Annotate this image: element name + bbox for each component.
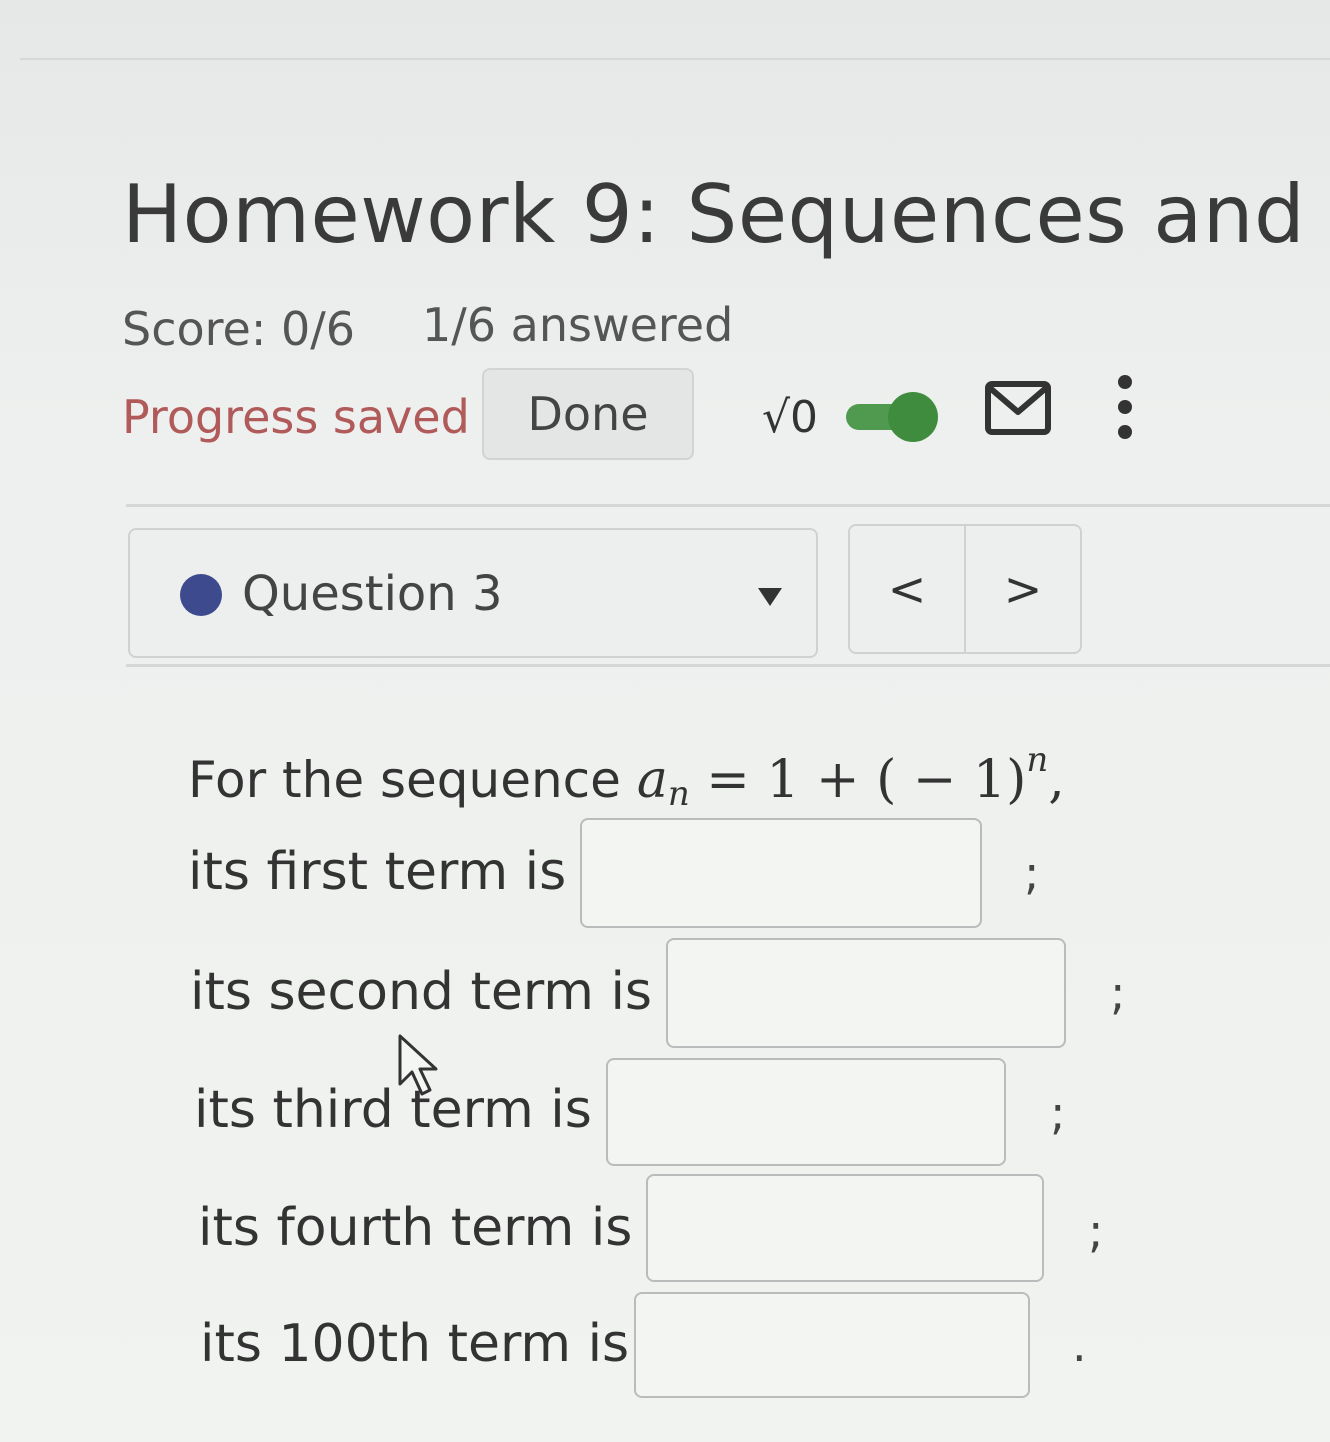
math-toggle-label: √0 xyxy=(762,392,819,443)
sequence-formula: an = 1 + ( − 1)n, xyxy=(636,740,1065,814)
formula-exponent: n xyxy=(1026,740,1049,780)
kebab-menu-icon[interactable] xyxy=(1112,374,1138,440)
first-term-label: its first term is xyxy=(188,842,567,902)
formula-trailing: , xyxy=(1048,750,1065,810)
mouse-cursor-icon xyxy=(398,1034,438,1096)
hundredth-term-punct: . xyxy=(1072,1318,1087,1372)
section-divider xyxy=(126,664,1330,667)
next-question-button[interactable]: > xyxy=(964,526,1080,652)
answered-count: 1/6 answered xyxy=(422,298,734,352)
fourth-term-input[interactable] xyxy=(646,1174,1044,1282)
problem-intro: For the sequence xyxy=(188,751,621,809)
hundredth-term-label: its 100th term is xyxy=(200,1314,630,1374)
section-divider xyxy=(126,504,1330,507)
formula-lhs: a xyxy=(636,750,668,810)
second-term-label: its second term is xyxy=(190,962,653,1022)
done-button[interactable]: Done xyxy=(482,368,694,460)
hundredth-term-input[interactable] xyxy=(634,1292,1030,1398)
question-nav-group: < > xyxy=(848,524,1082,654)
question-select[interactable]: Question 3 xyxy=(128,528,818,658)
problem-statement: For the sequence an = 1 + ( − 1)n, xyxy=(188,740,1065,814)
fourth-term-punct: ; xyxy=(1088,1204,1104,1258)
second-term-punct: ; xyxy=(1110,966,1126,1020)
top-divider xyxy=(20,58,1330,60)
first-term-punct: ; xyxy=(1024,846,1040,900)
mail-icon[interactable] xyxy=(984,380,1052,436)
formula-rhs: = 1 + ( − 1) xyxy=(706,750,1027,810)
math-entry-toggle[interactable] xyxy=(846,392,938,442)
chevron-down-icon xyxy=(758,588,782,606)
score-text: Score: 0/6 xyxy=(122,302,355,356)
progress-status: Progress saved xyxy=(122,390,470,444)
third-term-punct: ; xyxy=(1050,1086,1066,1140)
previous-question-button[interactable]: < xyxy=(850,526,964,652)
formula-subscript: n xyxy=(667,774,690,814)
question-status-dot xyxy=(180,574,222,616)
toggle-knob xyxy=(888,392,938,442)
page-title: Homework 9: Sequences and xyxy=(122,168,1306,261)
second-term-input[interactable] xyxy=(666,938,1066,1048)
question-select-label: Question 3 xyxy=(242,566,503,622)
fourth-term-label: its fourth term is xyxy=(198,1198,633,1258)
third-term-input[interactable] xyxy=(606,1058,1006,1166)
first-term-input[interactable] xyxy=(580,818,982,928)
third-term-label: its third term is xyxy=(194,1080,592,1140)
